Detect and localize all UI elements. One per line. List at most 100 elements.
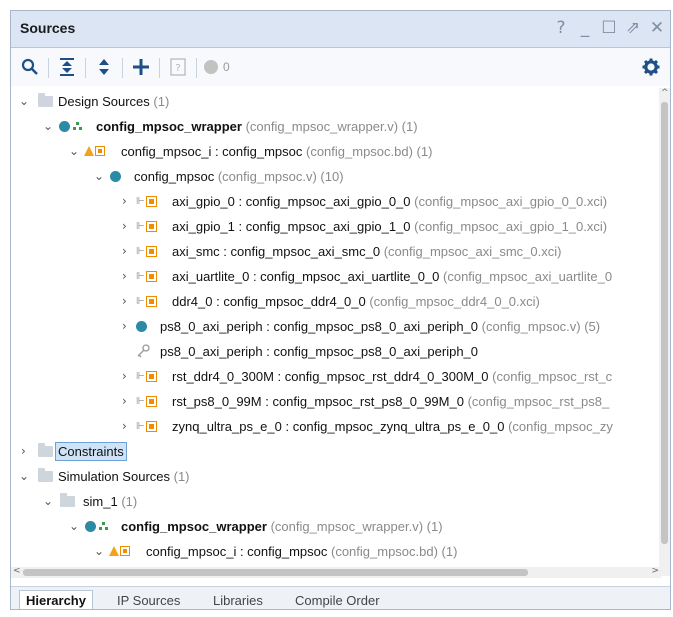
ip-icon: ⊩	[136, 421, 158, 433]
chevron-down-icon[interactable]: ⌄	[19, 94, 31, 108]
chevron-down-icon[interactable]: ⌄	[19, 469, 31, 483]
chevron-right-icon[interactable]: ›	[122, 194, 134, 208]
tree-row-ip[interactable]: › ⊩ axi_gpio_0 : config_mpsoc_axi_gpio_0…	[11, 190, 661, 215]
sources-panel: Sources ? _ ☐ ⇗ ✕ ? 0 ⌄ Design Sources (…	[10, 10, 671, 610]
ip-icon: ⊩	[136, 296, 158, 308]
gear-icon[interactable]	[640, 56, 662, 78]
tree-label: axi_gpio_0 : config_mpsoc_axi_gpio_0_0	[172, 194, 411, 209]
chevron-down-icon[interactable]: ⌄	[94, 544, 106, 558]
vertical-scrollbar[interactable]: ^	[659, 88, 670, 576]
tree-label: Simulation Sources	[58, 469, 170, 484]
tree-row-ip[interactable]: › ⊩ rst_ddr4_0_300M : config_mpsoc_rst_d…	[11, 365, 661, 390]
tree-label: ddr4_0 : config_mpsoc_ddr4_0_0	[172, 294, 366, 309]
tree-meta: (config_mpsoc.bd) (1)	[331, 544, 458, 559]
tree-row-periph[interactable]: › ps8_0_axi_periph : config_mpsoc_ps8_0_…	[11, 315, 661, 340]
status-dot-icon	[204, 60, 218, 74]
scroll-left-icon[interactable]: <	[13, 566, 21, 576]
add-sources-icon[interactable]	[130, 56, 152, 78]
chevron-right-icon[interactable]: ›	[122, 394, 134, 408]
ip-icon: ⊩	[136, 221, 158, 233]
scroll-right-icon[interactable]: >	[651, 566, 659, 576]
tree-meta: (config_mpsoc_wrapper.v) (1)	[245, 119, 418, 134]
tree-label: axi_smc : config_mpsoc_axi_smc_0	[172, 244, 381, 259]
top-module-icon	[59, 120, 82, 135]
expand-all-icon[interactable]	[93, 56, 115, 78]
horizontal-scrollbar[interactable]: < >	[11, 566, 661, 578]
toolbar: ? 0	[11, 48, 670, 86]
tree-meta: (1)	[153, 94, 170, 109]
ip-icon: ⊩	[136, 196, 158, 208]
tree-meta: (config_mpsoc_rst_c	[492, 369, 613, 384]
chevron-right-icon[interactable]: ›	[122, 369, 134, 383]
tree-row-sim1[interactable]: ⌄ sim_1 (1)	[11, 490, 661, 515]
help-icon[interactable]: ?	[552, 17, 570, 39]
module-icon	[136, 320, 147, 335]
chevron-down-icon[interactable]: ⌄	[69, 519, 81, 533]
ip-icon: ⊩	[136, 371, 158, 383]
tab-hierarchy[interactable]: Hierarchy	[19, 590, 93, 609]
ip-icon: ⊩	[136, 246, 158, 258]
tree-label: axi_gpio_1 : config_mpsoc_axi_gpio_1_0	[172, 219, 411, 234]
tree-label: sim_1	[83, 494, 118, 509]
chevron-right-icon[interactable]: ›	[122, 294, 134, 308]
properties-icon[interactable]: ?	[167, 56, 189, 78]
search-icon[interactable]	[19, 56, 41, 78]
tree-row-sim-wrapper[interactable]: ⌄ config_mpsoc_wrapper (config_mpsoc_wra…	[11, 515, 661, 540]
tree-row-bd-instance[interactable]: ⌄ config_mpsoc_i : config_mpsoc (config_…	[11, 140, 661, 165]
chevron-right-icon[interactable]: ›	[122, 219, 134, 233]
tab-ip-sources[interactable]: IP Sources	[111, 591, 186, 609]
chevron-down-icon[interactable]: ⌄	[94, 169, 106, 183]
tree-label: rst_ddr4_0_300M : config_mpsoc_rst_ddr4_…	[172, 369, 489, 384]
tree-label: config_mpsoc_i : config_mpsoc	[121, 144, 303, 159]
scroll-thumb[interactable]	[23, 569, 528, 576]
tab-compile-order[interactable]: Compile Order	[289, 591, 386, 609]
chevron-down-icon[interactable]: ⌄	[69, 144, 81, 158]
tree-row-sim-bd[interactable]: ⌄ config_mpsoc_i : config_mpsoc (config_…	[11, 540, 661, 565]
collapse-all-icon[interactable]	[56, 56, 78, 78]
folder-icon	[60, 493, 75, 507]
chevron-right-icon[interactable]: ›	[122, 244, 134, 258]
tree-meta: (config_mpsoc_axi_uartlite_0	[443, 269, 613, 284]
tree-meta: (config_mpsoc_wrapper.v) (1)	[270, 519, 443, 534]
minimize-icon[interactable]: _	[576, 17, 594, 39]
error-count: 0	[223, 60, 230, 74]
tree-row-ip[interactable]: › ⊩ axi_uartlite_0 : config_mpsoc_axi_ua…	[11, 265, 661, 290]
tree-meta: (1)	[121, 494, 138, 509]
tree-label: config_mpsoc_wrapper	[96, 119, 242, 134]
scroll-up-icon[interactable]: ^	[661, 88, 669, 98]
tree-label: ps8_0_axi_periph : config_mpsoc_ps8_0_ax…	[160, 319, 479, 334]
folder-icon	[38, 93, 53, 107]
tree-label-selected: Constraints	[55, 442, 127, 461]
source-tree: ⌄ Design Sources (1) ⌄ config_mpsoc_wrap…	[11, 88, 661, 567]
chevron-right-icon[interactable]: ›	[122, 319, 134, 333]
maximize-icon[interactable]: ☐	[600, 17, 618, 39]
tree-row-ip[interactable]: › ⊩ axi_smc : config_mpsoc_axi_smc_0 (co…	[11, 240, 661, 265]
folder-icon	[38, 443, 53, 457]
tree-label: config_mpsoc_wrapper	[121, 519, 267, 534]
tree-row-periph-ref[interactable]: ps8_0_axi_periph : config_mpsoc_ps8_0_ax…	[11, 340, 661, 365]
chevron-down-icon[interactable]: ⌄	[43, 119, 55, 133]
tree-label: axi_uartlite_0 : config_mpsoc_axi_uartli…	[172, 269, 440, 284]
tab-libraries[interactable]: Libraries	[207, 591, 269, 609]
tree-meta: (config_mpsoc.v) (10)	[217, 169, 344, 184]
tree-meta: (1)	[173, 469, 190, 484]
chevron-right-icon[interactable]: ›	[21, 444, 33, 458]
tree-row-ip[interactable]: › ⊩ ddr4_0 : config_mpsoc_ddr4_0_0 (conf…	[11, 290, 661, 315]
tree-row-design-sources[interactable]: ⌄ Design Sources (1)	[11, 90, 661, 115]
chevron-right-icon[interactable]: ›	[122, 269, 134, 283]
scroll-thumb[interactable]	[661, 102, 668, 544]
tree-row-wrapper[interactable]: ⌄ config_mpsoc_wrapper (config_mpsoc_wra…	[11, 115, 661, 140]
bottom-tabs: Hierarchy IP Sources Libraries Compile O…	[11, 586, 670, 609]
float-icon[interactable]: ⇗	[624, 17, 642, 39]
tree-row-sim-sources[interactable]: ⌄ Simulation Sources (1)	[11, 465, 661, 490]
chevron-down-icon[interactable]: ⌄	[43, 494, 55, 508]
tree-row-ip[interactable]: › ⊩ axi_gpio_1 : config_mpsoc_axi_gpio_1…	[11, 215, 661, 240]
close-icon[interactable]: ✕	[648, 17, 666, 39]
chevron-right-icon[interactable]: ›	[122, 419, 134, 433]
tree-row-constraints[interactable]: › Constraints	[11, 440, 661, 465]
tree-row-ip[interactable]: › ⊩ rst_ps8_0_99M : config_mpsoc_rst_ps8…	[11, 390, 661, 415]
error-filter-button[interactable]: 0	[203, 56, 243, 78]
tree-label: config_mpsoc_i : config_mpsoc	[146, 544, 328, 559]
tree-row-ip[interactable]: › ⊩ zynq_ultra_ps_e_0 : config_mpsoc_zyn…	[11, 415, 661, 440]
tree-row-config-mpsoc[interactable]: ⌄ config_mpsoc (config_mpsoc.v) (10)	[11, 165, 661, 190]
